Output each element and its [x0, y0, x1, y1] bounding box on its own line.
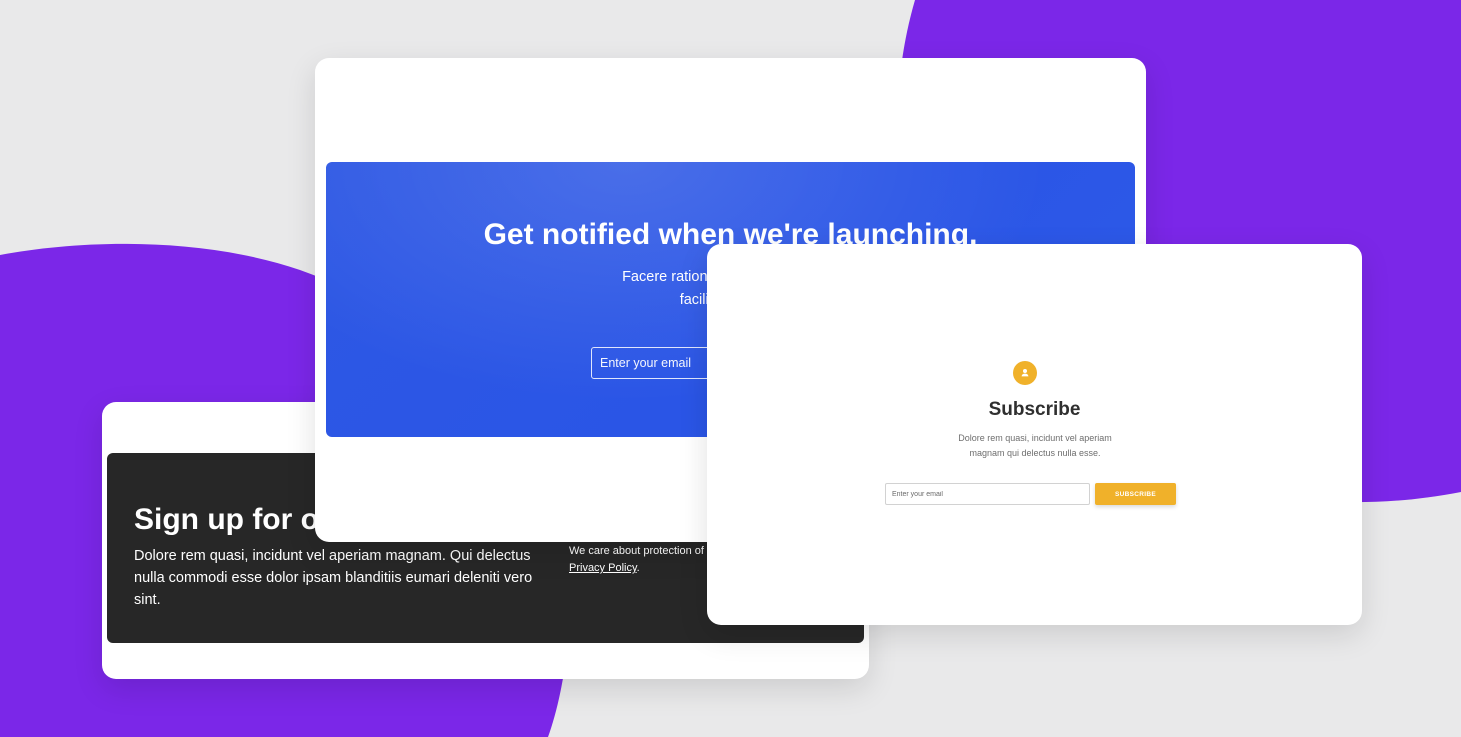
privacy-policy-link[interactable]: Privacy Policy	[569, 562, 637, 574]
subscribe-title: Subscribe	[988, 399, 1081, 420]
privacy-notice-text: We care about protection of y	[569, 545, 713, 557]
subscribe-email-input[interactable]	[885, 483, 1090, 505]
privacy-notice-end: .	[636, 562, 640, 574]
subscribe-card: Subscribe Dolore rem quasi, incidunt vel…	[707, 244, 1362, 625]
subscribe-description: Dolore rem quasi, incidunt vel aperiam m…	[917, 431, 1153, 461]
subscribe-description-line-1: Dolore rem quasi, incidunt vel aperiam	[958, 433, 1112, 443]
user-icon	[1013, 361, 1037, 385]
newsletter-description: Dolore rem quasi, incidunt vel aperiam m…	[134, 548, 533, 608]
subscribe-button[interactable]: SUBSCRIBE	[1095, 483, 1176, 505]
subscribe-description-line-2: magnam qui delectus nulla esse.	[969, 448, 1101, 458]
